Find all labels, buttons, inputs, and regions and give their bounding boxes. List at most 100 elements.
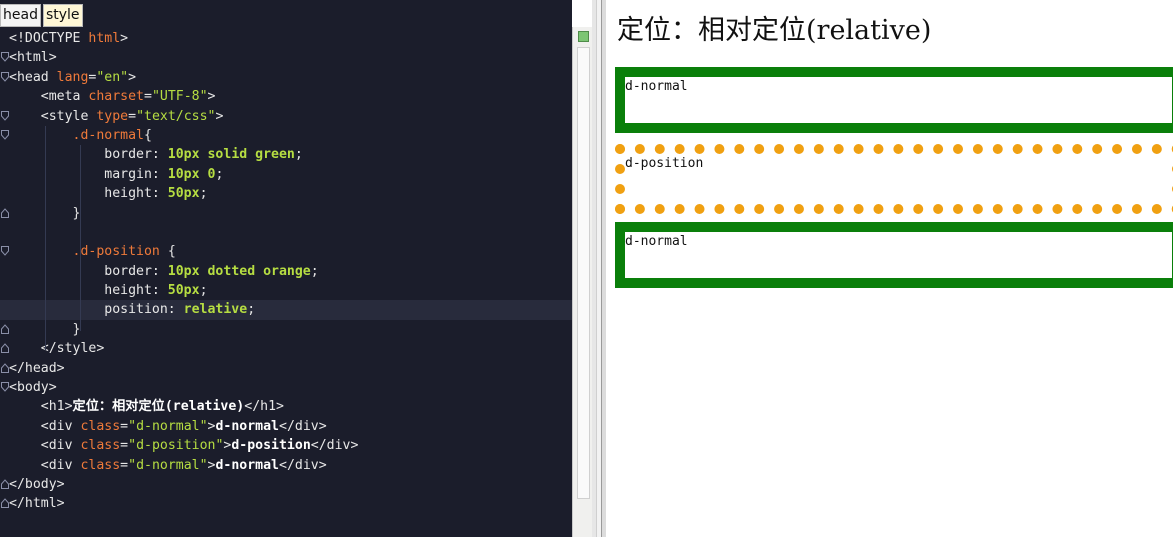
code-token: d-position [231,438,311,454]
code-line[interactable]: } [0,204,572,223]
code-token: = [120,457,129,473]
code-line[interactable]: <body> [0,378,572,397]
indent-guide [45,125,46,351]
code-line[interactable]: </style> [0,339,572,358]
code-token: <meta [9,89,89,105]
code-token: class [80,457,121,473]
d-position-label: d-position [625,156,704,171]
code-line[interactable]: margin: 10px 0; [0,165,572,184]
scrollbar-thumb[interactable] [577,47,590,499]
code-token: charset [88,89,144,105]
editor-scrollbar[interactable] [572,27,593,537]
code-token: <div [9,457,81,473]
code-text: <h1>定位：相对定位(relative)</h1> [9,397,284,416]
code-token: <html> [9,50,57,66]
code-line[interactable] [0,223,572,242]
code-line[interactable]: <div class="d-normal">d-normal</div> [0,417,572,436]
d-position-box: d-position [615,144,1173,214]
code-token: </div> [279,457,327,473]
code-token: margin: [9,166,168,182]
code-text: </style> [9,339,105,358]
code-line[interactable]: height: 50px; [0,281,572,300]
code-token: ; [247,302,256,318]
code-token: relative [183,302,248,318]
code-token: d-normal [215,457,280,473]
code-line[interactable]: <div class="d-position">d-position</div> [0,436,572,455]
code-token: .d-position [72,244,160,260]
code-lines[interactable]: <!DOCTYPE html> <html> <head lang="en"> <m… [0,29,572,514]
code-token: ; [294,147,303,163]
code-token: 50px [167,186,200,202]
code-text: <style type="text/css"> [9,107,224,126]
d-normal-label-2: d-normal [625,234,688,249]
code-line[interactable]: border: 10px dotted orange; [0,262,572,281]
code-text: .d-position { [9,242,176,261]
code-token: = [120,438,129,454]
code-token: d-normal [215,418,280,434]
code-token: 10px solid green [167,147,295,163]
code-text: height: 50px; [9,281,208,300]
code-token: > [128,69,137,85]
code-line[interactable]: </html> [0,494,572,513]
code-token: <style [9,108,97,124]
code-text: <div class="d-normal">d-normal</div> [9,456,327,475]
code-text: <div class="d-normal">d-normal</div> [9,417,327,436]
code-line[interactable]: <head lang="en"> [0,68,572,87]
code-token: </head> [9,360,65,376]
code-text: <meta charset="UTF-8"> [9,87,216,106]
code-line[interactable]: .d-position { [0,242,572,261]
code-token: "d-normal" [128,457,208,473]
code-text: height: 50px; [9,184,208,203]
code-line[interactable]: <h1>定位：相对定位(relative)</h1> [0,397,572,416]
code-token: "en" [96,69,129,85]
d-normal-box-2: d-normal [615,222,1173,288]
code-line[interactable]: height: 50px; [0,184,572,203]
code-token: border: [9,263,168,279]
code-token: </div> [310,438,359,454]
code-token: { [144,127,152,143]
code-line[interactable]: <!DOCTYPE html> [0,29,572,48]
code-text: </head> [9,359,65,378]
code-token: ; [199,283,208,299]
code-token: position: [9,302,184,318]
code-token: ; [199,186,208,202]
code-text: <div class="d-position">d-position</div> [9,436,359,455]
d-normal-box: d-normal [615,67,1173,133]
pane-splitter[interactable] [592,0,606,537]
code-token: border: [9,147,168,163]
code-line[interactable]: <html> [0,48,572,67]
code-text: </body> [9,475,65,494]
code-token: height: [9,283,168,299]
code-line[interactable]: position: relative; [0,300,572,320]
code-line[interactable]: border: 10px solid green; [0,145,572,164]
code-text: .d-normal{ [9,126,152,145]
code-token: > [207,89,216,105]
code-token: lang [56,69,89,85]
code-line[interactable]: <div class="d-normal">d-normal</div> [0,456,572,475]
code-text: margin: 10px 0; [9,165,223,184]
code-token: 10px 0 [167,166,216,182]
code-line[interactable]: .d-normal{ [0,126,572,145]
code-line[interactable]: } [0,320,572,339]
breadcrumb-item-head[interactable]: head [0,4,41,27]
code-line[interactable]: <style type="text/css"> [0,107,572,126]
breadcrumb-item-style[interactable]: style [42,4,83,27]
browser-preview: 定位：相对定位(relative) d-normal d-position d-… [606,0,1173,537]
code-text: <body> [9,378,57,397]
code-token: class [80,438,121,454]
code-line[interactable]: </body> [0,475,572,494]
code-token: > [120,31,129,46]
code-token: = [120,418,129,434]
code-token: = [143,89,152,105]
d-normal-label: d-normal [625,79,688,94]
code-token: </h1> [244,399,284,415]
code-token: </style> [9,341,105,357]
code-token: html [88,31,121,46]
code-editor[interactable]: head style <!DOCTYPE html> <html> <head la… [0,0,572,537]
code-line[interactable]: </head> [0,359,572,378]
code-token: > [215,108,224,124]
code-line[interactable]: <meta charset="UTF-8"> [0,87,572,106]
code-token: "UTF-8" [151,89,208,105]
